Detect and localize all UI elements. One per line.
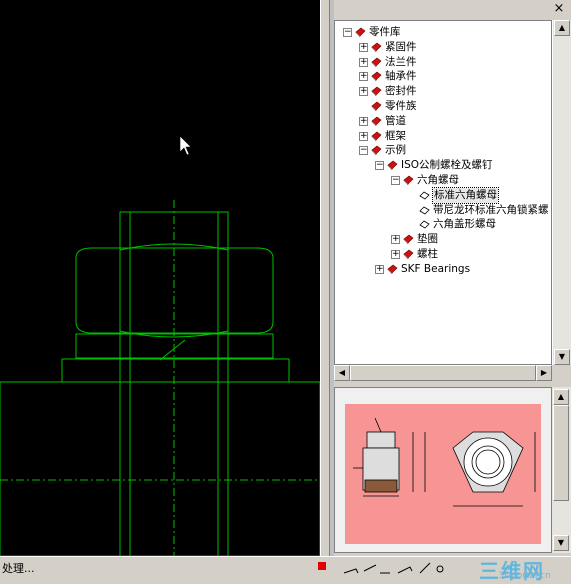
tree-item-label: 螺柱 bbox=[417, 248, 438, 260]
tree-item[interactable]: − 六角螺母 bbox=[335, 173, 551, 188]
tree-item[interactable]: 带尼龙环标准六角锁紧螺 bbox=[335, 203, 551, 218]
part-icon bbox=[419, 191, 430, 200]
book-icon bbox=[403, 175, 414, 185]
tree-item-label: SKF Bearings bbox=[401, 262, 471, 275]
tree-item-label: 示例 bbox=[385, 144, 406, 157]
close-icon[interactable]: × bbox=[551, 2, 567, 16]
expand-icon[interactable]: + bbox=[359, 87, 368, 97]
book-icon bbox=[371, 131, 382, 141]
book-icon bbox=[371, 72, 382, 82]
expand-icon[interactable]: + bbox=[359, 72, 368, 82]
tree-item[interactable]: 标准六角螺母 bbox=[335, 186, 551, 204]
tree-item[interactable]: − ISO公制螺栓及螺钉 bbox=[335, 158, 551, 173]
expand-icon[interactable]: + bbox=[375, 264, 384, 274]
tree-item[interactable]: + 法兰件 bbox=[335, 55, 551, 70]
preview-vertical-scrollbar[interactable]: ▲ ▼ bbox=[552, 387, 571, 553]
book-icon bbox=[371, 116, 382, 126]
tree-item[interactable]: + 紧固件 bbox=[335, 40, 551, 55]
scroll-up-icon[interactable]: ▲ bbox=[554, 20, 570, 36]
record-indicator-icon bbox=[318, 562, 326, 570]
tree-item-label: 紧固件 bbox=[385, 40, 417, 53]
collapse-icon[interactable]: − bbox=[375, 161, 384, 171]
tree-item-label: 带尼龙环标准六角锁紧螺 bbox=[433, 203, 549, 216]
tree-item-label: 六角盖形螺母 bbox=[433, 218, 496, 231]
collapse-icon[interactable]: − bbox=[359, 146, 368, 156]
status-bar: 处理... 三维网 3Dportal.cn bbox=[0, 556, 571, 583]
tree-item[interactable]: + 轴承件 bbox=[335, 69, 551, 84]
tree-item[interactable]: 零件族 bbox=[335, 99, 551, 114]
tree-item-label: 轴承件 bbox=[385, 70, 417, 83]
expand-icon[interactable]: + bbox=[391, 235, 400, 245]
scroll-left-icon[interactable]: ◀ bbox=[334, 365, 350, 381]
part-icon bbox=[419, 206, 430, 215]
tree-item-label: 六角螺母 bbox=[417, 174, 459, 186]
tree-item[interactable]: − 示例 bbox=[335, 143, 551, 158]
tree-item[interactable]: + 框架 bbox=[335, 129, 551, 144]
tree-item-label: 零件库 bbox=[369, 26, 401, 38]
vertical-splitter[interactable] bbox=[320, 0, 330, 556]
part-preview bbox=[334, 387, 552, 553]
book-icon bbox=[387, 160, 398, 171]
tree-item-label: 管道 bbox=[385, 114, 406, 127]
expand-icon[interactable]: + bbox=[391, 250, 400, 259]
watermark-url: 3Dportal.cn bbox=[498, 571, 551, 581]
scroll-thumb[interactable] bbox=[350, 365, 536, 381]
tree-item[interactable]: + 管道 bbox=[335, 114, 551, 129]
expand-icon[interactable]: + bbox=[359, 42, 368, 52]
scroll-right-icon[interactable]: ▶ bbox=[536, 365, 552, 381]
expand-icon[interactable]: + bbox=[359, 116, 368, 126]
tree-item[interactable]: + 螺柱 bbox=[335, 247, 551, 262]
nut-preview-image bbox=[345, 404, 541, 544]
tree-item-label: 垫圈 bbox=[417, 233, 438, 246]
tree-item-label: ISO公制螺栓及螺钉 bbox=[401, 159, 493, 172]
cad-canvas[interactable] bbox=[0, 0, 321, 557]
collapse-icon[interactable]: − bbox=[391, 176, 400, 185]
library-panel-header: × bbox=[334, 0, 571, 20]
tree-item[interactable]: 六角盖形螺母 bbox=[335, 217, 551, 232]
tree-vertical-scrollbar[interactable]: ▲ ▼ bbox=[552, 20, 571, 365]
expand-icon[interactable]: + bbox=[359, 131, 368, 141]
scroll-up-icon[interactable]: ▲ bbox=[553, 389, 569, 405]
tree-horizontal-scrollbar[interactable]: ◀ ▶ bbox=[334, 365, 552, 381]
scroll-down-icon[interactable]: ▼ bbox=[554, 349, 570, 365]
book-icon bbox=[403, 234, 414, 245]
tree-item-label: 法兰件 bbox=[385, 55, 417, 68]
scroll-corner bbox=[552, 365, 571, 381]
book-icon bbox=[355, 27, 366, 37]
mouse-cursor-icon bbox=[179, 135, 192, 156]
status-text: 处理... bbox=[2, 562, 35, 575]
part-library-tree[interactable]: − 零件库 + 紧固件 + 法兰件 + 轴承件 + 密封件 零件族 + 管道 + 框架 − 示例 − ISO公制螺栓… bbox=[334, 20, 552, 365]
tree-item[interactable]: + SKF Bearings bbox=[335, 262, 551, 277]
part-icon bbox=[419, 220, 430, 229]
nut-drawing bbox=[0, 135, 321, 557]
tree-item-label: 零件族 bbox=[385, 100, 417, 112]
tree-item[interactable]: + 密封件 bbox=[335, 84, 551, 99]
book-icon bbox=[371, 42, 382, 52]
tree-item-label: 框架 bbox=[385, 129, 406, 142]
book-icon bbox=[371, 86, 382, 97]
book-icon bbox=[371, 57, 382, 67]
scroll-thumb[interactable] bbox=[553, 405, 569, 501]
book-icon bbox=[403, 249, 414, 259]
tree-item-label: 标准六角螺母 bbox=[432, 186, 499, 204]
tree-item-label: 密封件 bbox=[385, 85, 417, 98]
book-icon bbox=[371, 146, 382, 156]
book-icon bbox=[387, 264, 398, 274]
scroll-down-icon[interactable]: ▼ bbox=[553, 535, 569, 551]
book-icon bbox=[371, 101, 382, 111]
expand-icon[interactable]: + bbox=[359, 57, 368, 67]
collapse-icon[interactable]: − bbox=[343, 28, 352, 37]
tree-item[interactable]: − 零件库 bbox=[335, 25, 551, 40]
tree-item[interactable]: + 垫圈 bbox=[335, 232, 551, 247]
